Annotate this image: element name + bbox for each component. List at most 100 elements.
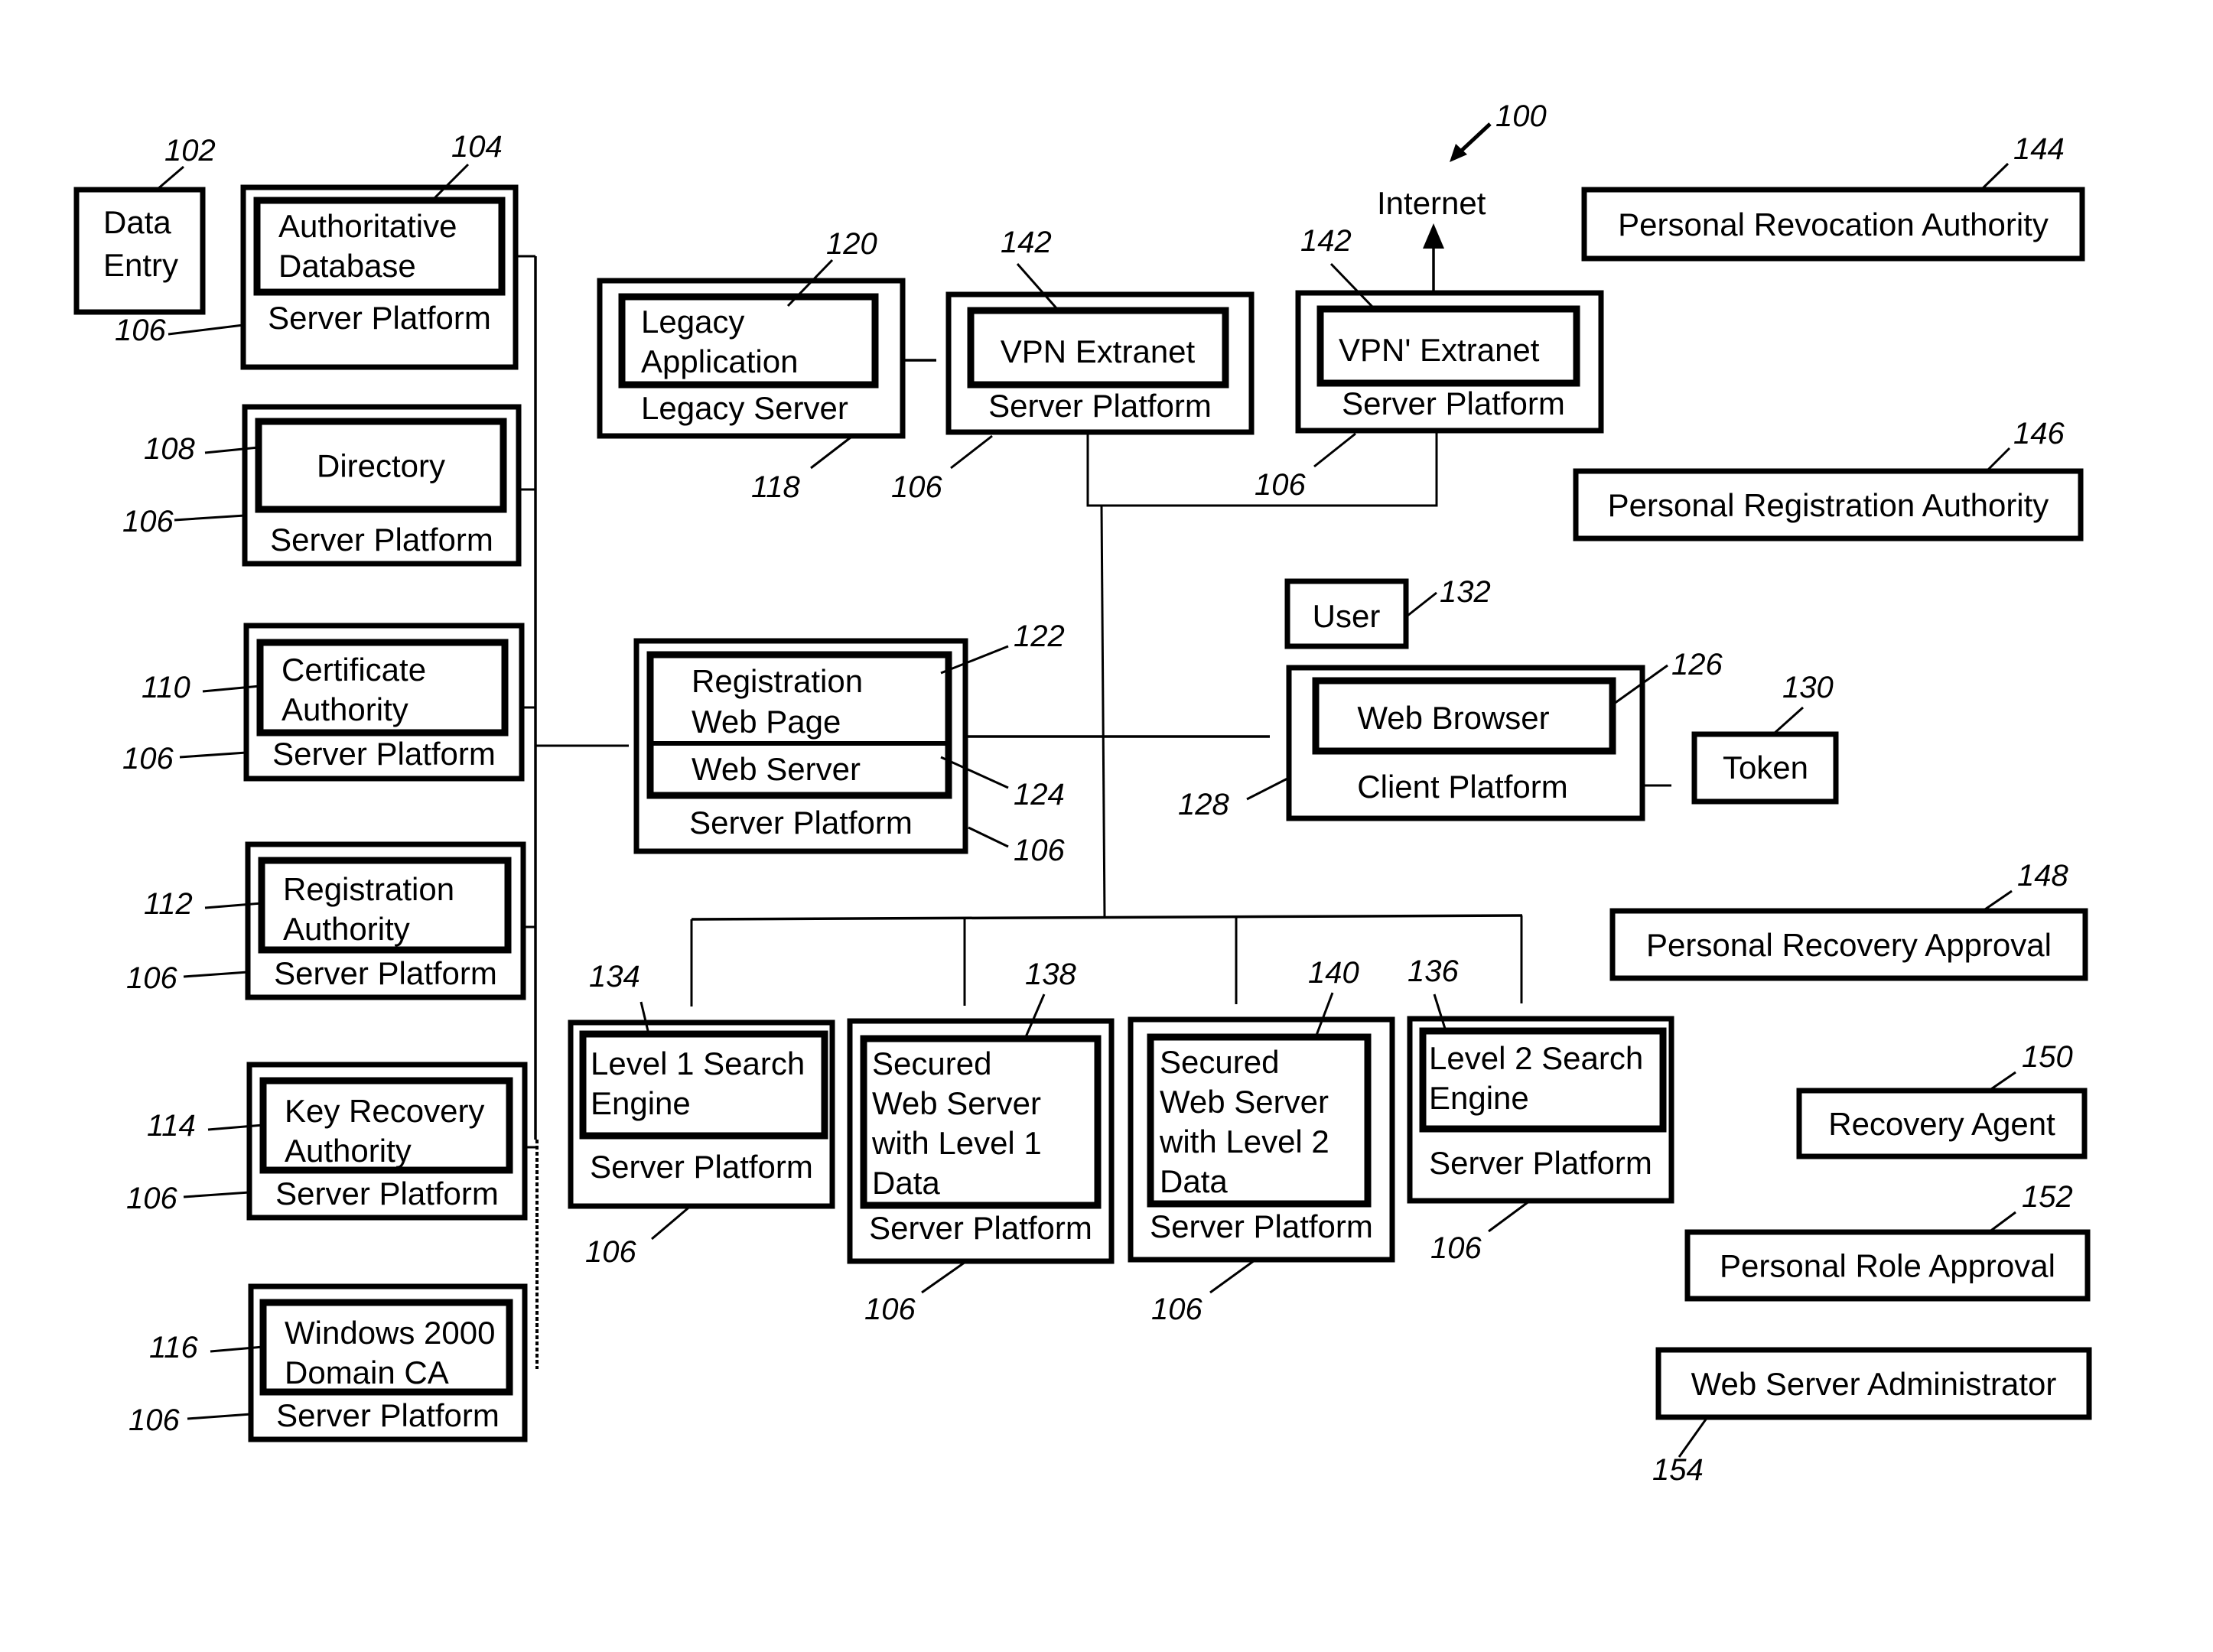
ref-label-106: 106 [1014, 834, 1065, 867]
vpn-2-platform-label: Server Platform [1342, 385, 1565, 421]
personal-recovery-approval-label: Personal Recovery Approval [1646, 927, 2052, 963]
authoritative-database-label-line: Database [278, 248, 416, 284]
level-1-search-engine-platform-label: Server Platform [590, 1149, 813, 1185]
ref-label-110: 110 [142, 671, 190, 704]
key-recovery-authority-label-line: Authority [285, 1133, 412, 1169]
ref-label-118: 118 [751, 470, 801, 504]
data-entry-label-line: Entry [103, 247, 178, 283]
ref-leader-106 [187, 1413, 252, 1420]
registration-component: Registration Web Page Web Server Server Pla… [633, 620, 1065, 867]
ref-leader-106 [950, 434, 993, 470]
role-recovery-agent[interactable]: Recovery Agent 150 [1796, 1040, 2088, 1159]
level-2-search-engine-platform-label: Server Platform [1429, 1145, 1652, 1181]
registration-authority-label-line: Registration [283, 871, 454, 907]
component-token[interactable]: Token 130 [1691, 671, 1839, 805]
certificate-authority-platform-label: Server Platform [272, 736, 496, 772]
ref-leader-146 [1985, 447, 2011, 473]
role-personal-revocation-authority[interactable]: Personal Revocation Authority 144 [1581, 132, 2085, 262]
role-personal-role-approval[interactable]: Personal Role Approval 152 [1684, 1180, 2091, 1302]
ref-leader-130 [1772, 706, 1805, 736]
ref-label-104: 104 [451, 130, 503, 164]
directory-platform-label: Server Platform [270, 522, 493, 558]
figure-ref-label: 100 [1495, 99, 1547, 133]
ref-label-122: 122 [1014, 620, 1065, 653]
ref-label-106: 106 [1255, 468, 1306, 502]
internet-label: Internet [1377, 185, 1486, 221]
component-windows-2000-domain-ca[interactable]: Windows 2000Domain CA Server Platform 116 1… [129, 1283, 528, 1442]
ref-label-152: 152 [2022, 1180, 2073, 1214]
client-platform-label: Client Platform [1357, 769, 1567, 805]
right-column-roles: Personal Revocation Authority144 Personal… [1573, 132, 2092, 1487]
component-client-platform[interactable]: Web Browser Client Platform 126 128 [1178, 648, 1723, 821]
component-level-2-search-engine[interactable]: Level 2 Search Engine Server Platform 136 10… [1407, 954, 1674, 1265]
component-registration-web-server[interactable]: Registration Web Page Web Server Server Pla… [633, 620, 1065, 867]
distribution-line [691, 914, 1523, 921]
ref-label-106: 106 [585, 1235, 636, 1269]
secured-web-server-level-2-label-line: with Level 2 [1159, 1124, 1329, 1159]
ref-label-106: 106 [122, 505, 174, 538]
internet-arrowhead [1423, 223, 1444, 249]
ref-leader-106 [179, 751, 247, 759]
component-certificate-authority[interactable]: CertificateAuthority Server Platform 110 10… [122, 623, 525, 782]
secured-web-server-level-1-label-line: Secured [872, 1046, 991, 1081]
role-personal-registration-authority[interactable]: Personal Registration Authority 146 [1573, 417, 2084, 541]
main-bus-line [1100, 505, 1106, 919]
ref-label-106: 106 [1151, 1293, 1203, 1326]
vpn-1-platform-label: Server Platform [988, 388, 1212, 424]
ref-label-106: 106 [891, 470, 942, 504]
ref-label-106: 106 [126, 1182, 177, 1215]
ref-label-142: 142 [1001, 226, 1052, 259]
ref-leader-106 [1488, 1199, 1531, 1233]
ref-label-150: 150 [2022, 1040, 2073, 1074]
ref-label-154: 154 [1652, 1453, 1704, 1487]
component-vpn-extranet-1[interactable]: VPN Extranet Server Platform 142 106 [891, 226, 1255, 504]
role-web-server-administrator[interactable]: Web Server Administrator 154 [1652, 1347, 2092, 1487]
certificate-authority-label-line: Certificate [282, 652, 426, 688]
ref-label-108: 108 [144, 432, 195, 466]
secured-web-server-level-2-platform-label: Server Platform [1150, 1208, 1373, 1244]
client-components: User 132 Web Browser Client Platform 126 128 T… [1178, 575, 1839, 821]
level-1-search-engine-label-line: Engine [591, 1085, 691, 1121]
ref-leader-102 [156, 165, 184, 191]
authoritative-database-platform-label: Server Platform [268, 300, 491, 336]
component-legacy-application[interactable]: LegacyApplication Legacy Server 120 118 [597, 227, 906, 504]
ref-leader-128 [1246, 777, 1288, 801]
component-data-entry[interactable]: Data Entry 102 [73, 134, 216, 315]
ref-label-130: 130 [1782, 671, 1834, 704]
component-vpn-extranet-2[interactable]: VPN' Extranet Server Platform 142 106 [1255, 224, 1604, 502]
ref-label-106: 106 [115, 314, 166, 347]
ref-leader-150 [1988, 1071, 2016, 1092]
ref-leader-152 [1988, 1211, 2016, 1234]
role-personal-recovery-approval[interactable]: Personal Recovery Approval 148 [1609, 859, 2088, 981]
ref-leader-132 [1407, 591, 1437, 617]
component-registration-authority[interactable]: Registration Authority Server Platform 112 1… [126, 841, 526, 1000]
component-user[interactable]: User 132 [1284, 575, 1491, 649]
personal-registration-authority-label: Personal Registration Authority [1608, 487, 2049, 523]
ref-label-134: 134 [589, 960, 640, 993]
component-secured-web-server-level-1[interactable]: Secured Web Server with Level 1 Data Server … [847, 958, 1115, 1326]
personal-role-approval-label: Personal Role Approval [1720, 1248, 2055, 1284]
ref-label-148: 148 [2017, 859, 2068, 893]
vpn-1-label: VPN Extranet [1001, 333, 1196, 369]
secured-web-server-level-1-platform-label: Server Platform [869, 1210, 1092, 1246]
ref-label-116: 116 [149, 1331, 199, 1364]
figure-ref: 100 Internet [1377, 99, 1547, 221]
ref-leader-106 [921, 1260, 966, 1294]
component-directory[interactable]: Directory Server Platform 108 106 [122, 404, 522, 567]
registration-platform-label: Server Platform [689, 805, 913, 841]
ref-label-132: 132 [1440, 575, 1491, 609]
certificate-authority-label-line: Authority [282, 691, 408, 727]
secured-web-server-level-2-label-line: Secured [1160, 1044, 1279, 1080]
component-level-1-search-engine[interactable]: Level 1 Search Engine Server Platform 134 10… [568, 960, 835, 1269]
ref-leader-154 [1678, 1416, 1709, 1458]
web-server-administrator-label: Web Server Administrator [1691, 1366, 2057, 1402]
secured-web-server-level-2-label-line: Web Server [1160, 1084, 1329, 1120]
ref-label-124: 124 [1014, 778, 1065, 811]
ref-leader-106 [968, 826, 1009, 848]
level-1-search-engine-label-line: Level 1 Search [591, 1046, 805, 1081]
ref-label-102: 102 [164, 134, 216, 167]
ref-label-106: 106 [864, 1293, 916, 1326]
component-secured-web-server-level-2[interactable]: Secured Web Server with Level 2 Data Server … [1128, 956, 1395, 1326]
data-entry-label-line: Data [103, 204, 171, 240]
component-key-recovery-authority[interactable]: Key Recovery Authority Server Platform 114 1… [126, 1062, 528, 1221]
